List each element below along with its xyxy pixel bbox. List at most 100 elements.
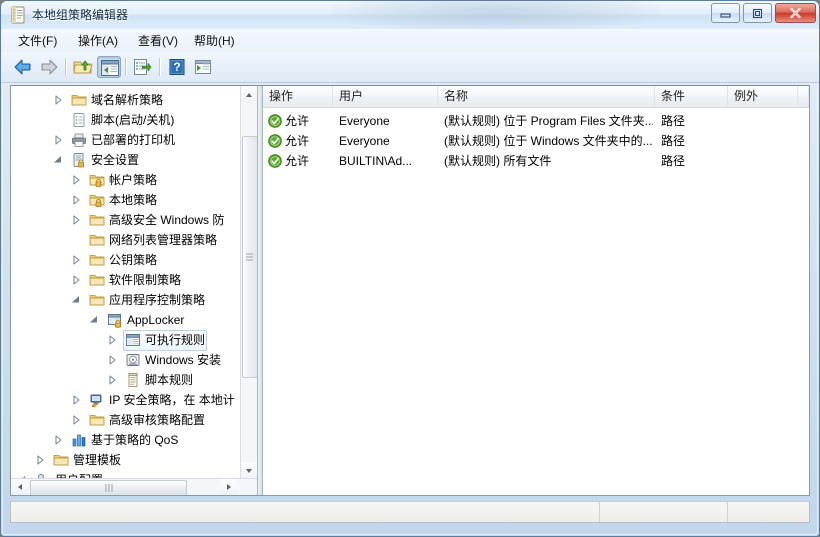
scroll-down-button[interactable] bbox=[241, 462, 257, 479]
cell-name: (默认规则) 位于 Program Files 文件夹... bbox=[444, 114, 653, 128]
folder-lock-icon bbox=[89, 175, 105, 187]
cell-action: 允许 bbox=[285, 114, 310, 128]
maximize-button[interactable] bbox=[743, 3, 772, 23]
tree-item[interactable]: 可执行规则 bbox=[11, 330, 240, 351]
tree-item[interactable]: 已部署的打印机 bbox=[11, 130, 240, 150]
allow-check-icon bbox=[268, 134, 282, 148]
expander-collapsed-icon[interactable] bbox=[53, 135, 63, 145]
expander-collapsed-icon[interactable] bbox=[71, 195, 81, 205]
back-arrow-icon bbox=[14, 59, 31, 75]
table-row[interactable]: 允许 Everyone (默认规则) 位于 Windows 文件夹中的... 路径 bbox=[263, 132, 809, 151]
tree-horizontal-scrollbar[interactable] bbox=[11, 478, 257, 495]
show-pane-icon bbox=[195, 60, 211, 74]
back-button[interactable] bbox=[11, 56, 35, 78]
column-action[interactable]: 操作 bbox=[263, 86, 333, 107]
expander-collapsed-icon[interactable] bbox=[53, 95, 63, 105]
forward-arrow-icon bbox=[41, 59, 58, 75]
scroll-up-button[interactable] bbox=[241, 86, 257, 103]
tree-item[interactable]: 域名解析策略 bbox=[11, 90, 240, 110]
minimize-icon bbox=[712, 4, 739, 22]
menu-item-view[interactable]: 查看(V) bbox=[135, 33, 181, 49]
table-row[interactable]: 允许 BUILTIN\Ad... (默认规则) 所有文件 路径 bbox=[263, 152, 809, 171]
up-folder-button[interactable] bbox=[71, 56, 95, 78]
tree-item[interactable]: 本地策略 bbox=[11, 190, 240, 210]
cell-condition: 路径 bbox=[661, 134, 686, 148]
expander-collapsed-icon[interactable] bbox=[107, 375, 117, 385]
tree-item-label: 帐户策略 bbox=[109, 173, 158, 187]
scroll-right-button[interactable] bbox=[220, 479, 237, 495]
cell-condition: 路径 bbox=[661, 154, 686, 168]
status-bar bbox=[10, 501, 810, 523]
tree-item[interactable]: Windows 安装 bbox=[11, 350, 240, 370]
cell-name: (默认规则) 位于 Windows 文件夹中的... bbox=[444, 134, 653, 148]
expander-collapsed-icon[interactable] bbox=[107, 355, 117, 365]
minimize-button[interactable] bbox=[711, 3, 740, 23]
window-title: 本地组策略编辑器 bbox=[32, 8, 129, 22]
help-button[interactable]: ? bbox=[165, 56, 189, 78]
expander-expanded-icon[interactable] bbox=[53, 155, 63, 165]
tree-item-label: 域名解析策略 bbox=[91, 93, 164, 107]
expander-expanded-icon[interactable] bbox=[71, 295, 81, 305]
column-user[interactable]: 用户 bbox=[333, 86, 438, 107]
table-row[interactable]: 允许 Everyone (默认规则) 位于 Program Files 文件夹...… bbox=[263, 112, 809, 131]
tree-item-label: 高级安全 Windows 防 bbox=[109, 213, 225, 227]
expander-collapsed-icon[interactable] bbox=[71, 255, 81, 265]
scroll-left-button[interactable] bbox=[11, 479, 28, 495]
tree-item-label: 应用程序控制策略 bbox=[109, 293, 206, 307]
column-extra[interactable] bbox=[798, 86, 809, 107]
tree-item[interactable]: 基于策略的 QoS bbox=[11, 430, 240, 450]
column-condition[interactable]: 条件 bbox=[655, 86, 728, 107]
tree-item-label: 管理模板 bbox=[73, 453, 122, 467]
expander-collapsed-icon[interactable] bbox=[107, 335, 117, 345]
tree-item[interactable]: 网络列表管理器策略 bbox=[11, 230, 240, 250]
tree-view[interactable]: 域名解析策略脚本(启动/关机) 已部署的打印机 安全设置帐户策略本地策略高级安全 W… bbox=[11, 86, 240, 479]
tree-item[interactable]: 脚本规则 bbox=[11, 370, 240, 390]
tree-item[interactable]: 安全设置 bbox=[11, 150, 240, 170]
printer-icon bbox=[72, 133, 86, 147]
executable-rules-icon bbox=[126, 334, 140, 346]
tree-item-label: 公钥策略 bbox=[109, 253, 158, 267]
export-list-button[interactable] bbox=[131, 56, 155, 78]
tree-item[interactable]: 管理模板 bbox=[11, 450, 240, 470]
tree-item[interactable]: 帐户策略 bbox=[11, 170, 240, 190]
show-pane-button[interactable] bbox=[191, 56, 215, 78]
expander-collapsed-icon[interactable] bbox=[71, 215, 81, 225]
tree-item[interactable]: 公钥策略 bbox=[11, 250, 240, 270]
menu-item-file[interactable]: 文件(F) bbox=[15, 33, 60, 49]
security-lock-icon bbox=[73, 153, 84, 168]
menu-item-help[interactable]: 帮助(H) bbox=[191, 33, 238, 49]
tree-item[interactable]: AppLocker bbox=[11, 310, 240, 330]
tree-item-label: Windows 安装 bbox=[145, 353, 222, 367]
scrollbar-grip-icon bbox=[105, 484, 112, 492]
tree-item[interactable]: 软件限制策略 bbox=[11, 270, 240, 290]
client-area: 域名解析策略脚本(启动/关机) 已部署的打印机 安全设置帐户策略本地策略高级安全 W… bbox=[10, 85, 810, 496]
tree-scrollbar-thumb[interactable] bbox=[242, 136, 257, 378]
help-question-icon: ? bbox=[169, 59, 185, 75]
menu-item-action[interactable]: 操作(A) bbox=[75, 33, 121, 49]
tree-item[interactable]: IP 安全策略，在 本地计 bbox=[11, 390, 240, 410]
forward-button bbox=[37, 56, 61, 78]
show-hide-tree-button[interactable] bbox=[97, 56, 121, 78]
tree-item[interactable]: 高级审核策略配置 bbox=[11, 410, 240, 430]
tree-vertical-scrollbar[interactable] bbox=[240, 86, 257, 479]
tree-hscrollbar-thumb[interactable] bbox=[30, 480, 187, 495]
expander-collapsed-icon[interactable] bbox=[35, 455, 45, 465]
expander-collapsed-icon[interactable] bbox=[71, 175, 81, 185]
chevron-down-icon bbox=[246, 468, 252, 473]
tree-item[interactable]: 脚本(启动/关机) bbox=[11, 110, 240, 130]
tree-item[interactable]: 高级安全 Windows 防 bbox=[11, 210, 240, 230]
folder-icon bbox=[89, 215, 105, 226]
chevron-up-icon bbox=[246, 92, 252, 97]
expander-expanded-icon[interactable] bbox=[89, 315, 99, 325]
title-bar[interactable]: 本地组策略编辑器 bbox=[1, 1, 819, 29]
column-exception[interactable]: 例外 bbox=[728, 86, 798, 107]
close-button[interactable] bbox=[775, 3, 816, 23]
qos-chart-icon bbox=[72, 434, 86, 447]
tree-item[interactable]: 应用程序控制策略 bbox=[11, 290, 240, 310]
script-rules-icon bbox=[128, 373, 138, 387]
expander-collapsed-icon[interactable] bbox=[71, 275, 81, 285]
column-name[interactable]: 名称 bbox=[438, 86, 655, 107]
expander-collapsed-icon[interactable] bbox=[53, 435, 63, 445]
expander-collapsed-icon[interactable] bbox=[71, 395, 81, 405]
expander-collapsed-icon[interactable] bbox=[71, 415, 81, 425]
